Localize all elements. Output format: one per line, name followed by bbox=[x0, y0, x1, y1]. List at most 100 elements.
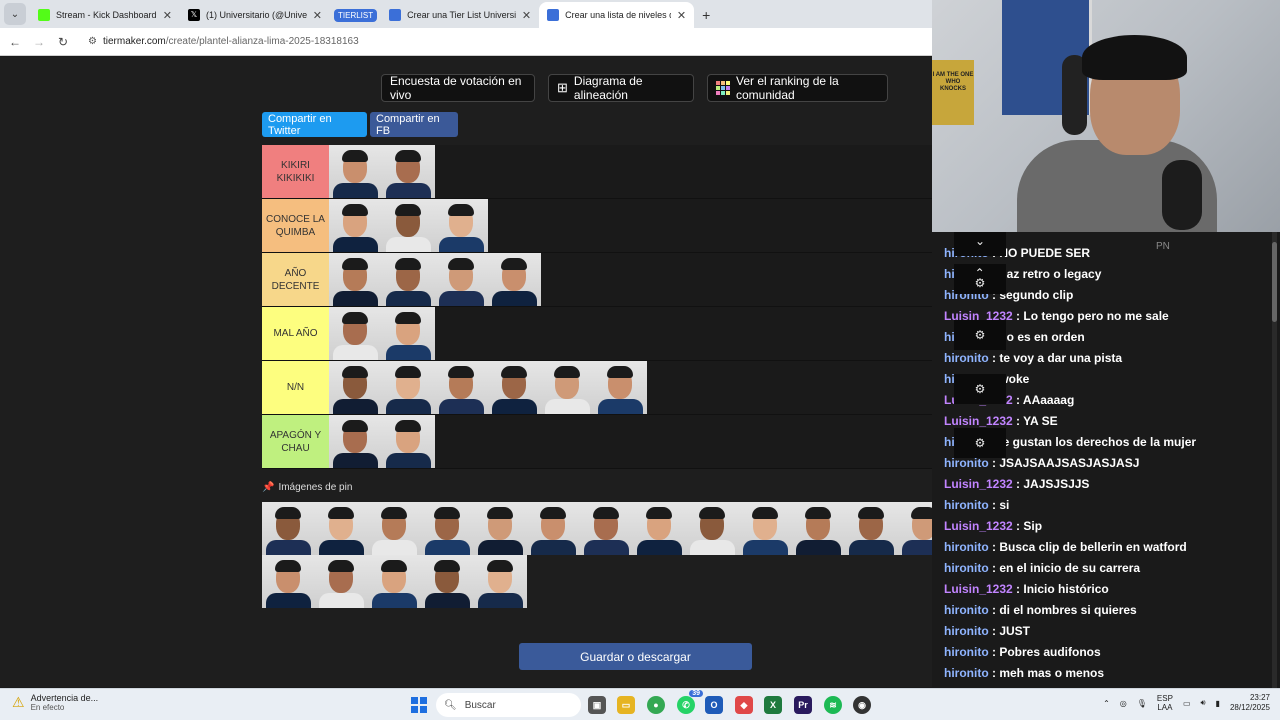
player-photo[interactable] bbox=[315, 502, 368, 555]
taskbar-search[interactable]: 🔍︎ Buscar bbox=[436, 693, 581, 717]
chrome-icon[interactable]: ● bbox=[647, 696, 665, 714]
spotify-icon[interactable]: ≋ bbox=[824, 696, 842, 714]
player-photo[interactable] bbox=[633, 502, 686, 555]
player-photo[interactable] bbox=[421, 502, 474, 555]
volume-icon[interactable]: 🔊︎ bbox=[1201, 698, 1206, 708]
player-photo[interactable] bbox=[382, 361, 435, 414]
close-tab-icon[interactable]: ✕ bbox=[677, 9, 686, 22]
tab-group-label[interactable]: TIERLIST bbox=[334, 9, 378, 22]
chat-username[interactable]: hironito bbox=[944, 561, 989, 575]
player-photo[interactable] bbox=[792, 502, 845, 555]
url-field[interactable]: ⚙ tiermaker.com/create/plantel-alianza-l… bbox=[88, 36, 359, 47]
tab-tierlist-universitario[interactable]: Crear una Tier List Universitario ✕ bbox=[381, 2, 539, 28]
app-icon[interactable]: ◆ bbox=[735, 696, 753, 714]
forward-icon[interactable]: → bbox=[32, 35, 46, 49]
chat-username[interactable]: hironito bbox=[944, 603, 989, 617]
player-photo[interactable] bbox=[315, 555, 368, 608]
chat-username[interactable]: Luisin_1232 bbox=[944, 519, 1013, 533]
obs-icon[interactable]: ◉ bbox=[853, 696, 871, 714]
player-photo[interactable] bbox=[382, 415, 435, 468]
tier-label[interactable]: CONOCE LA QUIMBA bbox=[262, 199, 329, 252]
player-photo[interactable] bbox=[435, 361, 488, 414]
chat-username[interactable]: Luisin_1232 bbox=[944, 582, 1013, 596]
outlook-icon[interactable]: O bbox=[705, 696, 723, 714]
file-explorer-icon[interactable]: ▭ bbox=[617, 696, 635, 714]
player-photo[interactable] bbox=[488, 361, 541, 414]
player-photo[interactable] bbox=[527, 502, 580, 555]
tab-kick-dashboard[interactable]: Stream - Kick Dashboard ✕ bbox=[30, 2, 180, 28]
player-photo[interactable] bbox=[474, 555, 527, 608]
microphone-icon[interactable]: 🎙︎ bbox=[1137, 699, 1147, 708]
reload-icon[interactable]: ↻ bbox=[56, 35, 70, 49]
save-download-button[interactable]: Guardar o descargar bbox=[519, 643, 752, 670]
chevron-down-icon[interactable]: ⌄ bbox=[954, 232, 1006, 256]
community-ranking-button[interactable]: Ver el ranking de la comunidad bbox=[707, 74, 888, 102]
tab-search-icon[interactable]: ⌄ bbox=[4, 3, 26, 25]
player-photo[interactable] bbox=[594, 361, 647, 414]
lineup-diagram-button[interactable]: ⊞ Diagrama de alineación bbox=[548, 74, 694, 102]
player-photo[interactable] bbox=[421, 555, 474, 608]
tab-tierlist-alianza[interactable]: Crear una lista de niveles de Ali ✕ bbox=[539, 2, 695, 28]
premiere-icon[interactable]: Pr bbox=[794, 696, 812, 714]
tier-label[interactable]: N/N bbox=[262, 361, 329, 414]
player-photo[interactable] bbox=[898, 502, 932, 555]
player-photo[interactable] bbox=[329, 307, 382, 360]
player-photo[interactable] bbox=[329, 199, 382, 252]
tier-label[interactable]: KIKIRI KIKIKIKI bbox=[262, 145, 329, 198]
player-photo[interactable] bbox=[435, 253, 488, 306]
player-photo[interactable] bbox=[382, 199, 435, 252]
network-icon[interactable]: ◎ bbox=[1120, 699, 1127, 708]
close-tab-icon[interactable]: ✕ bbox=[313, 9, 322, 22]
share-facebook-button[interactable]: Compartir en FB bbox=[370, 112, 458, 137]
player-photo[interactable] bbox=[329, 361, 382, 414]
player-photo[interactable] bbox=[262, 555, 315, 608]
player-photo[interactable] bbox=[488, 253, 541, 306]
battery-icon[interactable]: ▮ bbox=[1216, 699, 1220, 708]
chat-username[interactable]: Luisin_1232 bbox=[944, 477, 1013, 491]
clock[interactable]: 23:27 28/12/2025 bbox=[1230, 693, 1270, 714]
windows-start-icon[interactable] bbox=[411, 697, 427, 713]
player-photo[interactable] bbox=[329, 415, 382, 468]
warning-widget[interactable]: ⚠ Advertencia de... En efecto bbox=[12, 693, 98, 712]
tab-x-universitario[interactable]: 𝕏 (1) Universitario (@Universitario ✕ bbox=[180, 2, 330, 28]
whatsapp-icon[interactable]: ✆ 39 bbox=[677, 690, 703, 714]
back-icon[interactable]: ← bbox=[8, 35, 22, 49]
tier-label[interactable]: AÑO DECENTE bbox=[262, 253, 329, 306]
tier-label[interactable]: APAGÓN Y CHAU bbox=[262, 415, 329, 468]
excel-icon[interactable]: X bbox=[764, 696, 782, 714]
chat-username[interactable]: hironito bbox=[944, 540, 989, 554]
player-photo[interactable] bbox=[382, 145, 435, 198]
settings-gear-icon[interactable]: ⚙ bbox=[954, 428, 1006, 458]
tier-label[interactable]: MAL AÑO bbox=[262, 307, 329, 360]
chat-username[interactable]: hironito bbox=[944, 645, 989, 659]
chat-username[interactable]: hironito bbox=[944, 498, 989, 512]
player-photo[interactable] bbox=[686, 502, 739, 555]
close-tab-icon[interactable]: ✕ bbox=[522, 9, 531, 22]
task-view-icon[interactable]: ▣ bbox=[588, 696, 606, 714]
chat-scrollbar[interactable] bbox=[1272, 232, 1277, 688]
close-tab-icon[interactable]: ✕ bbox=[163, 9, 172, 22]
settings-gear-icon[interactable]: ⌃ ⚙ bbox=[954, 264, 1006, 294]
player-photo[interactable] bbox=[382, 253, 435, 306]
player-photo[interactable] bbox=[329, 253, 382, 306]
chat-username[interactable]: hironito bbox=[944, 666, 989, 680]
new-tab-icon[interactable]: + bbox=[694, 2, 718, 28]
site-info-icon[interactable]: ⚙ bbox=[88, 36, 97, 47]
player-photo[interactable] bbox=[845, 502, 898, 555]
player-photo[interactable] bbox=[541, 361, 594, 414]
scrollbar-thumb[interactable] bbox=[1272, 242, 1277, 322]
settings-gear-icon[interactable]: ⚙ bbox=[954, 320, 1006, 350]
player-photo[interactable] bbox=[739, 502, 792, 555]
player-photo[interactable] bbox=[435, 199, 488, 252]
chevron-up-icon[interactable]: ⌃ bbox=[1103, 699, 1110, 708]
settings-gear-icon[interactable]: ⚙ bbox=[954, 374, 1006, 404]
player-photo[interactable] bbox=[382, 307, 435, 360]
player-photo[interactable] bbox=[329, 145, 382, 198]
player-photo[interactable] bbox=[262, 502, 315, 555]
language-indicator[interactable]: ESP LAA bbox=[1157, 694, 1173, 713]
player-photo[interactable] bbox=[580, 502, 633, 555]
live-poll-button[interactable]: Encuesta de votación en vivo bbox=[381, 74, 535, 102]
player-photo[interactable] bbox=[368, 502, 421, 555]
share-twitter-button[interactable]: Compartir en Twitter bbox=[262, 112, 367, 137]
display-icon[interactable]: ▭ bbox=[1183, 699, 1191, 708]
